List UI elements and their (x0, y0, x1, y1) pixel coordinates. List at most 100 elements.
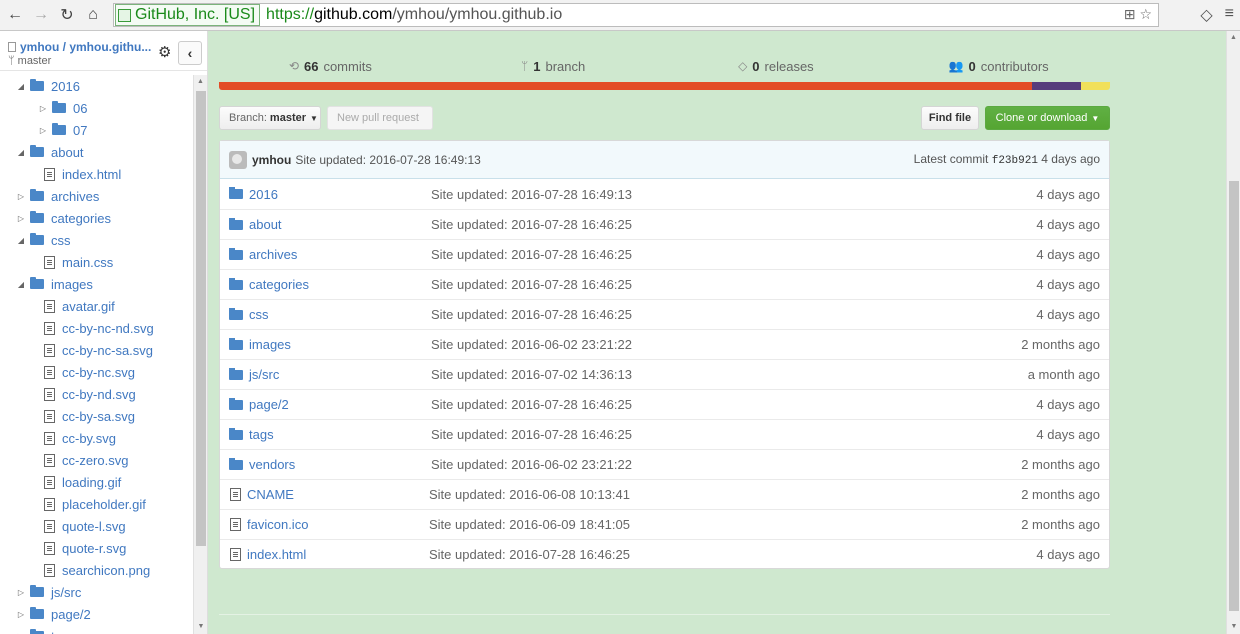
language-segment[interactable] (1031, 82, 1081, 90)
tree-item[interactable]: cc-by-nd.svg (0, 383, 193, 405)
collapsed-icon[interactable]: ▷ (38, 104, 48, 113)
file-name-link[interactable]: about (243, 217, 431, 232)
menu-icon[interactable]: ≡ (1225, 5, 1234, 25)
file-name-link[interactable]: categories (243, 277, 431, 292)
language-segment[interactable] (1080, 82, 1110, 90)
file-name-link[interactable]: archives (243, 247, 431, 262)
collapse-sidebar-button[interactable]: ‹ (178, 41, 202, 65)
tree-item[interactable]: cc-by.svg (0, 427, 193, 449)
tree-item[interactable]: cc-zero.svg (0, 449, 193, 471)
tree-item[interactable]: cc-by-sa.svg (0, 405, 193, 427)
scroll-up-icon[interactable]: ▲ (194, 75, 207, 89)
collapsed-icon[interactable]: ▷ (16, 588, 26, 597)
tree-item[interactable]: cc-by-nc.svg (0, 361, 193, 383)
file-name-link[interactable]: js/src (243, 367, 431, 382)
collapsed-icon[interactable]: ▷ (16, 610, 26, 619)
tree-item[interactable]: ◢ css (0, 229, 193, 251)
commit-message-link[interactable]: Site updated: 2016-06-08 10:13:41 (429, 487, 989, 502)
collapsed-icon[interactable]: ▷ (16, 192, 26, 201)
file-name-link[interactable]: css (243, 307, 431, 322)
file-name-link[interactable]: index.html (241, 547, 429, 562)
language-bar[interactable] (219, 82, 1110, 90)
page-scroll-thumb[interactable] (1229, 181, 1239, 611)
commit-message-link[interactable]: Site updated: 2016-06-02 23:21:22 (431, 337, 989, 352)
commit-message-link[interactable]: Site updated: 2016-07-28 16:46:25 (429, 547, 989, 562)
address-bar[interactable]: GitHub, Inc. [US] https://github.com/ymh… (113, 3, 1159, 27)
releases-stat[interactable]: ◇ 0 releases (665, 50, 888, 82)
file-name-link[interactable]: CNAME (241, 487, 429, 502)
tree-item[interactable]: ▷ 06 (0, 97, 193, 119)
collapsed-icon[interactable]: ▷ (16, 214, 26, 223)
language-segment[interactable] (219, 82, 1032, 90)
scroll-down-icon[interactable]: ▼ (194, 620, 208, 634)
commit-message-link[interactable]: Site updated: 2016-07-28 16:46:25 (431, 277, 989, 292)
commit-message-link[interactable]: Site updated: 2016-07-28 16:46:25 (431, 247, 989, 262)
reload-icon[interactable]: ↻ (56, 4, 78, 26)
tree-item[interactable]: loading.gif (0, 471, 193, 493)
find-file-button[interactable]: Find file (921, 106, 979, 130)
tree-item[interactable]: ◢ images (0, 273, 193, 295)
file-name-link[interactable]: images (243, 337, 431, 352)
tree-item[interactable]: ▷ page/2 (0, 603, 193, 625)
gear-icon[interactable]: ⚙ (158, 43, 171, 61)
tree-item[interactable]: ◢ about (0, 141, 193, 163)
tree-item[interactable]: index.html (0, 163, 193, 185)
sidebar-scrollbar[interactable]: ▲ ▼ (193, 75, 207, 634)
translate-icon[interactable]: ⊞ (1124, 6, 1136, 23)
commit-message-link[interactable]: Site updated: 2016-06-02 23:21:22 (431, 457, 989, 472)
commit-message[interactable]: Site updated: 2016-07-28 16:49:13 (295, 153, 480, 167)
extension-shield-icon[interactable]: ◇ (1200, 5, 1212, 25)
branch-select-button[interactable]: Branch: master ▼ (219, 106, 321, 130)
sidebar-scroll-thumb[interactable] (196, 91, 206, 546)
commit-message-link[interactable]: Site updated: 2016-07-02 14:36:13 (431, 367, 989, 382)
new-pull-request-button[interactable]: New pull request (327, 106, 433, 130)
commits-stat[interactable]: ⟲ 66 commits (219, 50, 442, 82)
tree-item[interactable]: ▷ archives (0, 185, 193, 207)
file-name-link[interactable]: favicon.ico (241, 517, 429, 532)
tree-item[interactable]: ▷ categories (0, 207, 193, 229)
commit-message-link[interactable]: Site updated: 2016-07-28 16:46:25 (431, 427, 989, 442)
commit-author[interactable]: ymhou (252, 153, 291, 167)
tree-item[interactable]: cc-by-nc-sa.svg (0, 339, 193, 361)
tree-item[interactable]: main.css (0, 251, 193, 273)
branch-stat[interactable]: ᛘ 1 branch (442, 50, 665, 82)
clone-download-button[interactable]: Clone or download ▼ (985, 106, 1110, 130)
expanded-icon[interactable]: ◢ (16, 82, 26, 91)
back-icon[interactable]: ← (4, 4, 26, 26)
file-name-link[interactable]: 2016 (243, 187, 431, 202)
commit-sha[interactable]: f23b921 (992, 155, 1038, 167)
expanded-icon[interactable]: ◢ (16, 280, 26, 289)
forward-icon[interactable]: → (30, 4, 52, 26)
tree-item[interactable]: avatar.gif (0, 295, 193, 317)
file-name-link[interactable]: page/2 (243, 397, 431, 412)
commit-message-link[interactable]: Site updated: 2016-06-09 18:41:05 (429, 517, 989, 532)
tree-item[interactable]: ▷ js/src (0, 581, 193, 603)
file-name-link[interactable]: tags (243, 427, 431, 442)
ev-certificate-badge[interactable]: GitHub, Inc. [US] (115, 4, 261, 26)
page-scrollbar[interactable]: ▲ ▼ (1226, 31, 1240, 634)
commit-message-link[interactable]: Site updated: 2016-07-28 16:46:25 (431, 397, 989, 412)
expanded-icon[interactable]: ◢ (16, 148, 26, 157)
tree-item[interactable]: ◢ 2016 (0, 75, 193, 97)
bookmark-star-icon[interactable]: ☆ (1139, 6, 1152, 23)
commit-message-link[interactable]: Site updated: 2016-07-28 16:46:25 (431, 217, 989, 232)
url-text[interactable]: https://github.com/ymhou/ymhou.github.io (266, 6, 562, 24)
tree-item[interactable]: ▷tags (0, 625, 193, 634)
scroll-up-icon[interactable]: ▲ (1227, 31, 1240, 45)
collapsed-icon[interactable]: ▷ (38, 126, 48, 135)
tree-item[interactable]: ▷ 07 (0, 119, 193, 141)
tree-item[interactable]: searchicon.png (0, 559, 193, 581)
commit-message-link[interactable]: Site updated: 2016-07-28 16:46:25 (431, 307, 989, 322)
tree-item[interactable]: placeholder.gif (0, 493, 193, 515)
avatar[interactable] (229, 150, 247, 169)
tree-item-label: cc-by.svg (62, 430, 116, 446)
file-name-link[interactable]: vendors (243, 457, 431, 472)
tree-item[interactable]: quote-l.svg (0, 515, 193, 537)
contributors-stat[interactable]: 👥 0 contributors (887, 50, 1110, 82)
expanded-icon[interactable]: ◢ (16, 236, 26, 245)
home-icon[interactable]: ⌂ (82, 4, 104, 26)
tree-item[interactable]: cc-by-nc-nd.svg (0, 317, 193, 339)
commit-message-link[interactable]: Site updated: 2016-07-28 16:49:13 (431, 187, 989, 202)
tree-item[interactable]: quote-r.svg (0, 537, 193, 559)
scroll-down-icon[interactable]: ▼ (1227, 620, 1240, 634)
